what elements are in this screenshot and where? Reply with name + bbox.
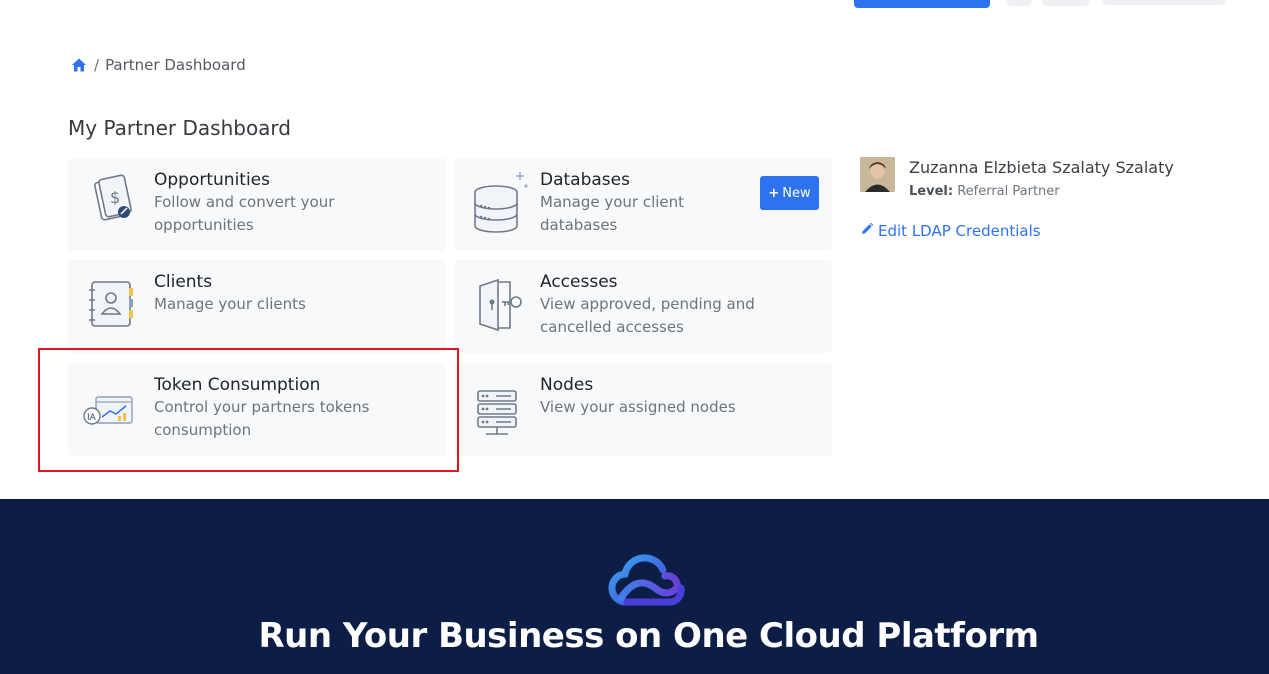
card-databases[interactable]: Databases Manage your client databases +… <box>454 158 832 251</box>
card-title[interactable]: Clients <box>154 272 212 292</box>
home-icon[interactable] <box>71 57 87 73</box>
document-dollar-icon: $ <box>80 170 142 234</box>
edit-ldap-label: Edit LDAP Credentials <box>878 222 1041 240</box>
header-toggle-button[interactable] <box>1042 0 1090 6</box>
breadcrumb-current: Partner Dashboard <box>105 56 246 74</box>
card-description: Manage your client databases <box>540 193 685 234</box>
level-value: Referral Partner <box>957 184 1060 199</box>
header-primary-button[interactable] <box>854 0 990 8</box>
breadcrumb: / Partner Dashboard <box>71 56 246 74</box>
header-icon-button[interactable] <box>1006 0 1032 6</box>
new-button-label: New <box>782 185 811 201</box>
server-rack-icon <box>466 375 528 439</box>
partner-name: Zuzanna Elzbieta Szalaty Szalaty <box>909 158 1174 177</box>
card-title[interactable]: Nodes <box>540 375 593 395</box>
card-clients[interactable]: Clients Manage your clients <box>68 260 446 353</box>
edit-ldap-link[interactable]: Edit LDAP Credentials <box>860 222 1041 240</box>
card-description: View your assigned nodes <box>540 398 736 416</box>
database-icon <box>466 170 528 234</box>
card-description: Manage your clients <box>154 295 306 313</box>
card-title[interactable]: Accesses <box>540 272 618 292</box>
card-title[interactable]: Databases <box>540 170 630 190</box>
card-description: Follow and convert your opportunities <box>154 193 335 234</box>
partner-level: Level: Referral Partner <box>909 184 1060 199</box>
footer-banner: Run Your Business on One Cloud Platform <box>0 499 1269 674</box>
plus-icon: + <box>768 185 780 201</box>
cloud-logo-icon <box>607 554 689 610</box>
card-accesses[interactable]: Accesses View approved, pending and canc… <box>454 260 832 353</box>
footer-title: Run Your Business on One Cloud Platform <box>258 616 1039 656</box>
card-nodes[interactable]: Nodes View your assigned nodes <box>454 363 832 456</box>
card-title[interactable]: Opportunities <box>154 170 270 190</box>
breadcrumb-separator: / <box>94 56 100 74</box>
door-key-icon <box>466 272 528 336</box>
avatar <box>860 157 895 192</box>
highlight-box <box>38 348 459 472</box>
header-user-menu[interactable] <box>1102 0 1226 5</box>
card-opportunities[interactable]: $ Opportunities Follow and convert your … <box>68 158 446 251</box>
card-description: View approved, pending and cancelled acc… <box>540 295 755 336</box>
svg-text:$: $ <box>110 188 120 207</box>
page-title: My Partner Dashboard <box>68 116 291 140</box>
contact-book-icon <box>80 272 142 336</box>
level-label: Level: <box>909 184 954 199</box>
pencil-icon <box>860 222 874 240</box>
new-database-button[interactable]: + New <box>760 176 819 210</box>
